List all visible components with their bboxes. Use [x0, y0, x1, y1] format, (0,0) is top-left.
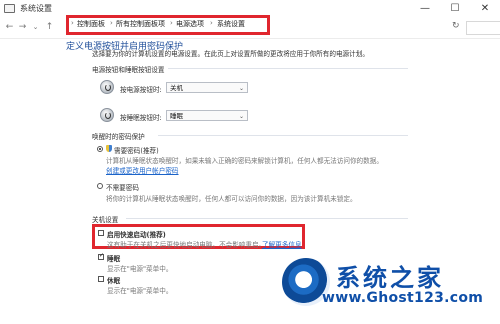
wake-password-section-title: 唤醒时的密码保护	[92, 133, 145, 141]
breadcrumb-system-settings[interactable]: 系统设置	[217, 19, 245, 29]
shield-icon	[106, 145, 112, 152]
shutdown-section-title: 关机设置	[92, 216, 119, 224]
window-title: 系统设置	[20, 4, 52, 13]
power-buttons-section-title: 电源按钮和睡眠按钮设置	[92, 66, 165, 74]
minimize-button[interactable]: —	[410, 0, 440, 18]
fast-startup-label: 启用快速启动(推荐)	[107, 231, 166, 239]
require-password-radio[interactable]	[97, 146, 103, 152]
require-password-label: 需要密码(推荐)	[114, 147, 159, 155]
learn-more-link[interactable]: 了解更多信息	[262, 239, 302, 249]
section-divider	[158, 135, 408, 136]
fast-startup-checkbox[interactable]	[98, 230, 104, 236]
watermark-title: 系统之家	[336, 263, 444, 292]
require-password-description: 计算机从睡眠状态唤醒时，如果未输入正确的密码来解锁计算机，任何人都无法访问你的数…	[106, 157, 383, 165]
hibernate-menu-label: 休眠	[107, 277, 121, 285]
section-divider	[168, 68, 408, 69]
create-password-link[interactable]: 创建或更改用户帐户密码	[106, 165, 179, 175]
power-button-icon	[100, 80, 114, 94]
forward-arrow-icon[interactable]: →	[17, 20, 28, 34]
chevron-down-icon: ⌄	[238, 113, 244, 120]
search-input[interactable]	[466, 21, 500, 35]
no-password-radio[interactable]	[97, 183, 103, 189]
sleep-button-select-value: 睡眠	[170, 112, 183, 120]
chevron-down-icon: ⌄	[238, 85, 244, 92]
sleep-menu-checkbox[interactable]	[98, 252, 104, 260]
back-arrow-icon[interactable]: ←	[4, 20, 15, 34]
power-button-select[interactable]: 关机 ⌄	[166, 82, 248, 93]
sleep-button-label: 按睡眠按钮时:	[120, 114, 162, 122]
breadcrumb-all-items[interactable]: 所有控制面板项	[116, 19, 165, 29]
breadcrumb-power-options[interactable]: 电源选项	[176, 19, 204, 29]
up-arrow-icon[interactable]: ↑	[44, 20, 55, 34]
fast-startup-description: 这有助于在关机之后更快地启动电脑。不会影响重启。	[107, 241, 266, 249]
power-button-select-value: 关机	[170, 84, 183, 92]
refresh-icon[interactable]: ↻	[452, 21, 460, 31]
hibernate-menu-description: 显示在"电源"菜单中。	[107, 287, 173, 295]
sleep-button-icon	[100, 108, 114, 122]
watermark-url: www.Ghost123.com	[322, 290, 484, 306]
sleep-button-select[interactable]: 睡眠 ⌄	[166, 110, 248, 121]
no-password-label: 不需要密码	[106, 184, 139, 192]
address-bar[interactable]: › 控制面板 › 所有控制面板项 › 电源选项 › 系统设置	[66, 15, 270, 35]
sleep-menu-label: 睡眠	[107, 255, 121, 263]
maximize-button[interactable]: ☐	[440, 0, 470, 18]
breadcrumb-separator-icon: ›	[210, 19, 213, 27]
power-button-label: 按电源按钮时:	[120, 86, 162, 94]
breadcrumb-separator-icon: ›	[110, 19, 113, 27]
no-password-description: 将你的计算机从睡眠状态唤醒时，任何人都可以访问你的数据，因为该计算机未锁定。	[106, 195, 357, 203]
section-divider	[126, 218, 408, 219]
hibernate-menu-checkbox[interactable]	[98, 276, 104, 282]
window-icon	[4, 4, 15, 13]
recent-dropdown-icon[interactable]: ⌄	[30, 20, 41, 34]
page-description: 选择要为你的计算机设置的电源设置。在此页上对设置所做的更改将应用于你所有的电源计…	[92, 50, 369, 58]
breadcrumb-separator-icon: ›	[170, 19, 173, 27]
breadcrumb-separator-icon: ›	[71, 19, 74, 27]
breadcrumb-control-panel[interactable]: 控制面板	[77, 19, 105, 29]
sleep-menu-description: 显示在"电源"菜单中。	[107, 265, 173, 273]
close-button[interactable]: ✕	[470, 0, 500, 18]
